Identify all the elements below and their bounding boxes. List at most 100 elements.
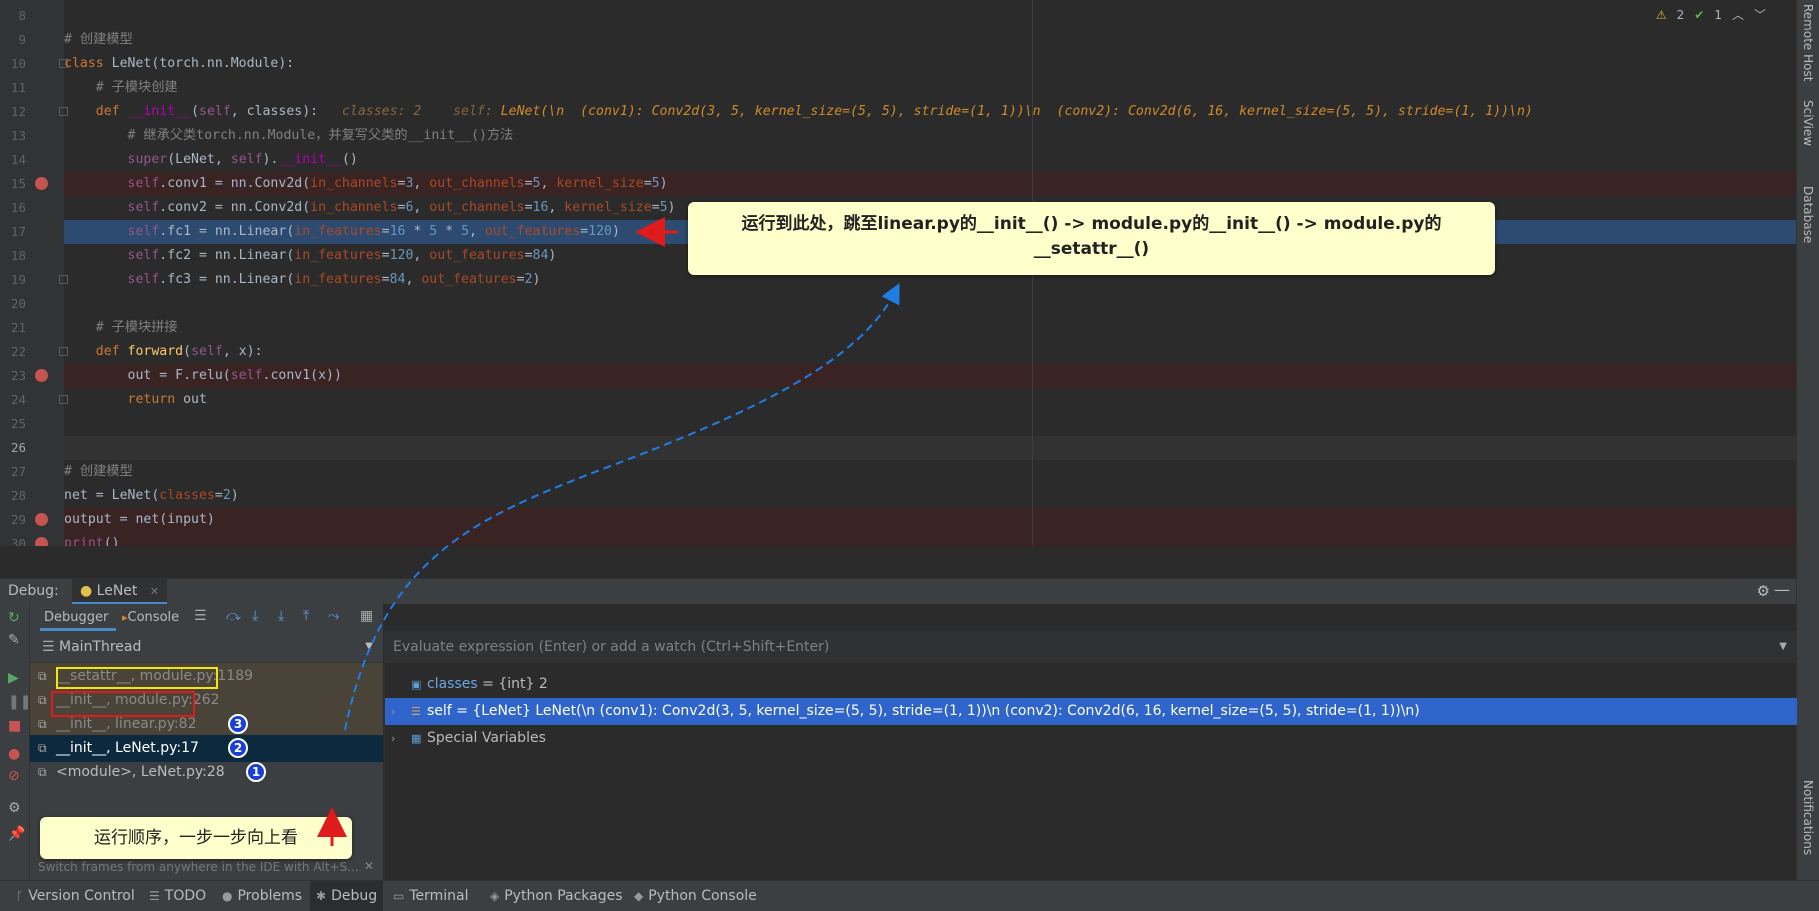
code-line[interactable]: # 创建模型	[64, 28, 1796, 52]
code-line[interactable]: class LeNet(torch.nn.Module):	[64, 52, 1796, 76]
tool-version-control[interactable]: ᚴ Version Control	[10, 881, 141, 911]
variable-row[interactable]: › ☰ self = {LeNet} LeNet(\n (conv1): Conv2…	[385, 698, 1797, 725]
pin-icon[interactable]: 📌	[8, 826, 25, 842]
editor-gutter[interactable]: 8 9 10 11 12 13 14 15 16 17 18 19 20 21 22 23 24 25 26 27 28…	[0, 0, 68, 546]
right-tool-strip: Remote Host SciView Database Notificatio…	[1796, 0, 1819, 880]
code-line[interactable]	[64, 292, 1796, 316]
code-line[interactable]: def forward(self, x):	[64, 340, 1796, 364]
stack-frame-label: <module>, LeNet.py:28	[56, 764, 225, 780]
evaluate-expression-input[interactable]: Evaluate expression (Enter) or add a wat…	[385, 631, 1797, 663]
chevron-right-icon[interactable]: ›	[391, 725, 395, 752]
code-line[interactable]: self.conv1 = nn.Conv2d(in_channels=3, ou…	[64, 172, 1796, 196]
code-token: classes: 2 self:	[341, 104, 501, 119]
code-line[interactable]: out = F.relu(self.conv1(x))	[64, 364, 1796, 388]
frame-icon: ⧉	[38, 669, 47, 683]
code-token: ,	[405, 272, 422, 287]
chevron-right-icon[interactable]: ›	[391, 698, 395, 725]
code-token: return	[64, 392, 184, 407]
step-out-icon[interactable]: ⤒	[303, 608, 309, 624]
view-breakpoints-icon[interactable]: ●	[8, 746, 20, 762]
run-config-tab[interactable]: ● LeNet ✕	[72, 579, 168, 605]
close-icon[interactable]: ✕	[150, 585, 159, 598]
code-token: kernel_size	[556, 176, 644, 191]
variable-value: {int} 2	[498, 676, 548, 692]
code-token: ,	[469, 224, 485, 239]
stop-icon[interactable]: ■	[8, 718, 21, 734]
line-number: 14	[10, 152, 26, 167]
code-line[interactable]: # 子模块拼接	[64, 316, 1796, 340]
code-line[interactable]: # 子模块创建	[64, 76, 1796, 100]
tab-debugger[interactable]: Debugger	[44, 610, 108, 625]
code-token: )	[611, 224, 620, 239]
stack-frame[interactable]: ⧉ <module>, LeNet.py:28	[30, 759, 383, 786]
code-token: .conv1(x))	[262, 368, 342, 383]
minimize-icon[interactable]: —	[1774, 580, 1790, 599]
tool-problems[interactable]: ● Problems	[216, 881, 308, 911]
code-token: ,	[413, 200, 430, 215]
tool-tab-sciview[interactable]: SciView	[1801, 100, 1815, 146]
rerun-icon[interactable]: ↻	[8, 610, 20, 626]
code-line[interactable]	[64, 4, 1796, 28]
code-token: )	[532, 272, 541, 287]
code-token: 5	[651, 176, 660, 191]
settings-icon[interactable]: ⚙	[8, 800, 21, 816]
info-icon: ●	[222, 889, 233, 903]
code-line[interactable]: # 创建模型	[64, 460, 1796, 484]
code-line[interactable]: super(LeNet, self).__init__()	[64, 148, 1796, 172]
layout-icon[interactable]: ☰	[194, 608, 207, 624]
close-hint-icon[interactable]: ✕	[364, 859, 374, 873]
pause-icon[interactable]: ❚❚	[8, 694, 31, 710]
code-line[interactable]	[64, 412, 1796, 436]
line-number: 25	[10, 416, 26, 431]
chevron-down-icon[interactable]: ﹀	[1754, 6, 1766, 23]
tool-todo[interactable]: ☰ TODO	[143, 881, 212, 911]
chevron-down-icon[interactable]: ▼	[1779, 641, 1787, 652]
code-line[interactable]: def __init__(self, classes): classes: 2 …	[64, 100, 1796, 124]
code-line[interactable]: # 继承父类torch.nn.Module，并复写父类的__init__()方法	[64, 124, 1796, 148]
tool-debug[interactable]: ✱ Debug	[310, 881, 384, 911]
breakpoint-icon[interactable]	[35, 537, 48, 546]
step-into-my-code-icon[interactable]: ⤓	[278, 608, 284, 624]
tool-python-packages[interactable]: ◈ Python Packages	[484, 881, 629, 911]
equals-sign: =	[451, 703, 473, 719]
line-number: 22	[10, 344, 26, 359]
tool-terminal[interactable]: ▭ Terminal	[387, 881, 475, 911]
stack-frame[interactable]: ⧉ __init__, LeNet.py:17	[30, 735, 383, 762]
resume-icon[interactable]: ▶	[8, 670, 19, 686]
code-token: 120	[588, 224, 612, 239]
chevron-down-icon[interactable]: ▼	[365, 641, 373, 652]
code-line[interactable]: output = net(input)	[64, 508, 1796, 532]
inspection-widget[interactable]: ⚠ 2 ✔ 1 ︿ ﹀	[1656, 6, 1766, 23]
gear-icon[interactable]: ⚙	[1757, 582, 1770, 600]
code-line[interactable]	[64, 436, 1796, 460]
step-over-icon[interactable]: ⤼	[226, 608, 241, 624]
tool-tab-database[interactable]: Database	[1801, 186, 1815, 243]
code-token: ,	[413, 176, 430, 191]
tool-tab-notifications[interactable]: Notifications	[1801, 780, 1815, 855]
step-into-icon[interactable]: ⤓	[252, 608, 258, 624]
code-line[interactable]: net = LeNet(classes=2)	[64, 484, 1796, 508]
code-token: in_features	[294, 272, 382, 287]
code-token: , classes):	[230, 104, 342, 119]
breakpoint-icon[interactable]	[35, 369, 48, 382]
wrench-icon[interactable]: ✎	[8, 632, 20, 648]
variable-row[interactable]: › ▦ Special Variables	[385, 725, 1797, 752]
mute-breakpoints-icon[interactable]: ⊘	[8, 768, 20, 784]
breakpoint-icon[interactable]	[35, 513, 48, 526]
code-token: *	[405, 224, 430, 239]
tool-python-console[interactable]: ◆ Python Console	[628, 881, 763, 911]
code-line[interactable]: return out	[64, 388, 1796, 412]
code-line[interactable]: print()	[64, 532, 1796, 546]
run-to-cursor-icon[interactable]: ⤳	[328, 608, 339, 624]
tab-console[interactable]: ▸Console	[122, 610, 179, 625]
frame-icon: ⧉	[38, 717, 47, 731]
thread-selector[interactable]: ☰ MainThread ▼	[30, 631, 383, 663]
breakpoint-icon[interactable]	[35, 177, 48, 190]
chevron-up-icon[interactable]: ︿	[1732, 6, 1744, 23]
code-token: out_channels	[429, 200, 525, 215]
tool-tab-remote-host[interactable]: Remote Host	[1801, 4, 1815, 81]
variable-row[interactable]: ▣ classes = {int} 2	[385, 671, 1797, 698]
line-number: 24	[10, 392, 26, 407]
evaluate-expression-icon[interactable]: ▦	[360, 608, 373, 624]
tool-problems-label: Problems	[237, 888, 303, 904]
